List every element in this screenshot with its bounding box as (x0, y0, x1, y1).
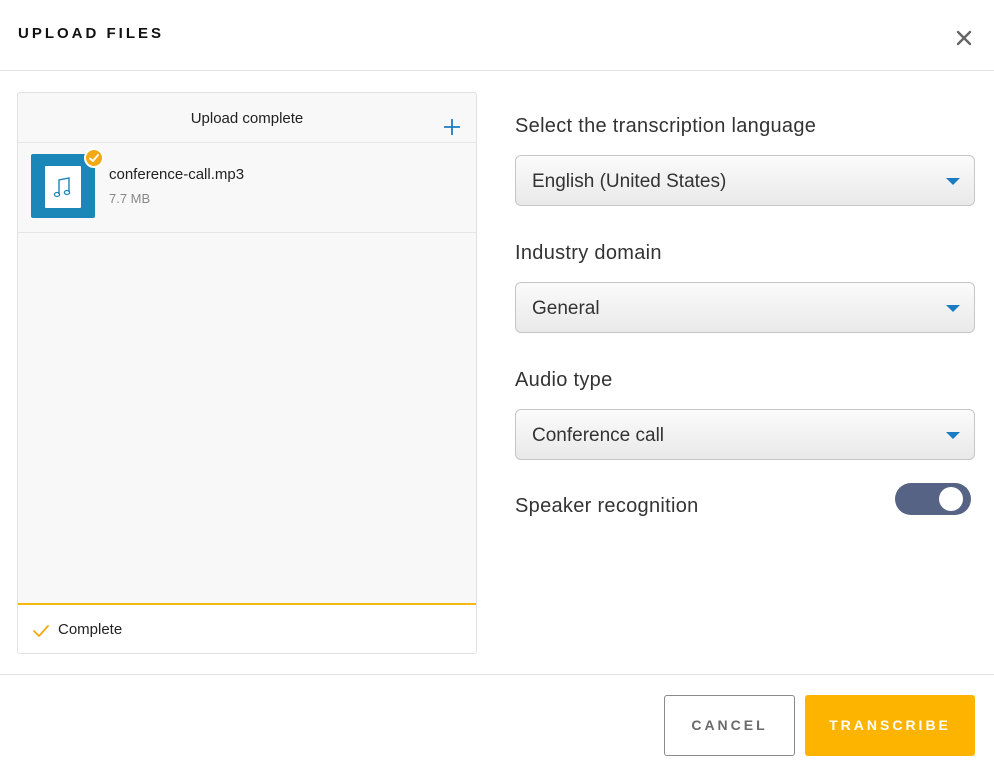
upload-status-bar: Complete (18, 603, 476, 653)
file-name: conference-call.mp3 (109, 166, 245, 183)
file-size: 7.7 MB (109, 191, 151, 206)
file-list-item[interactable]: conference-call.mp3 7.7 MB (18, 143, 476, 233)
chevron-down-icon (946, 432, 960, 439)
transcribe-button[interactable]: TRANSCRIBE (805, 695, 975, 756)
domain-select[interactable]: General (515, 282, 975, 333)
dialog-header: UPLOAD FILES (0, 0, 994, 71)
close-icon[interactable] (952, 26, 976, 50)
music-note-icon (45, 166, 81, 208)
upload-panel: Upload complete conference-call.mp3 7.7 … (17, 92, 477, 654)
upload-status-label: Complete (58, 621, 123, 638)
language-value: English (United States) (532, 171, 727, 192)
dialog-title: UPLOAD FILES (18, 25, 165, 42)
domain-label: Industry domain (515, 242, 662, 264)
toggle-knob (939, 487, 963, 511)
audio-type-label: Audio type (515, 369, 613, 391)
speaker-recognition-label: Speaker recognition (515, 495, 699, 517)
speaker-recognition-toggle[interactable] (895, 483, 971, 515)
upload-panel-header: Upload complete (18, 93, 476, 143)
check-badge-icon (84, 148, 104, 168)
check-icon (32, 622, 50, 640)
language-select[interactable]: English (United States) (515, 155, 975, 206)
audio-type-value: Conference call (532, 425, 665, 446)
domain-value: General (532, 298, 600, 319)
chevron-down-icon (946, 305, 960, 312)
audio-type-select[interactable]: Conference call (515, 409, 975, 460)
chevron-down-icon (946, 178, 960, 185)
cancel-button[interactable]: CANCEL (664, 695, 795, 756)
language-label: Select the transcription language (515, 115, 817, 137)
footer-divider (0, 674, 994, 675)
upload-status-title: Upload complete (190, 110, 304, 127)
plus-icon[interactable] (442, 107, 462, 135)
